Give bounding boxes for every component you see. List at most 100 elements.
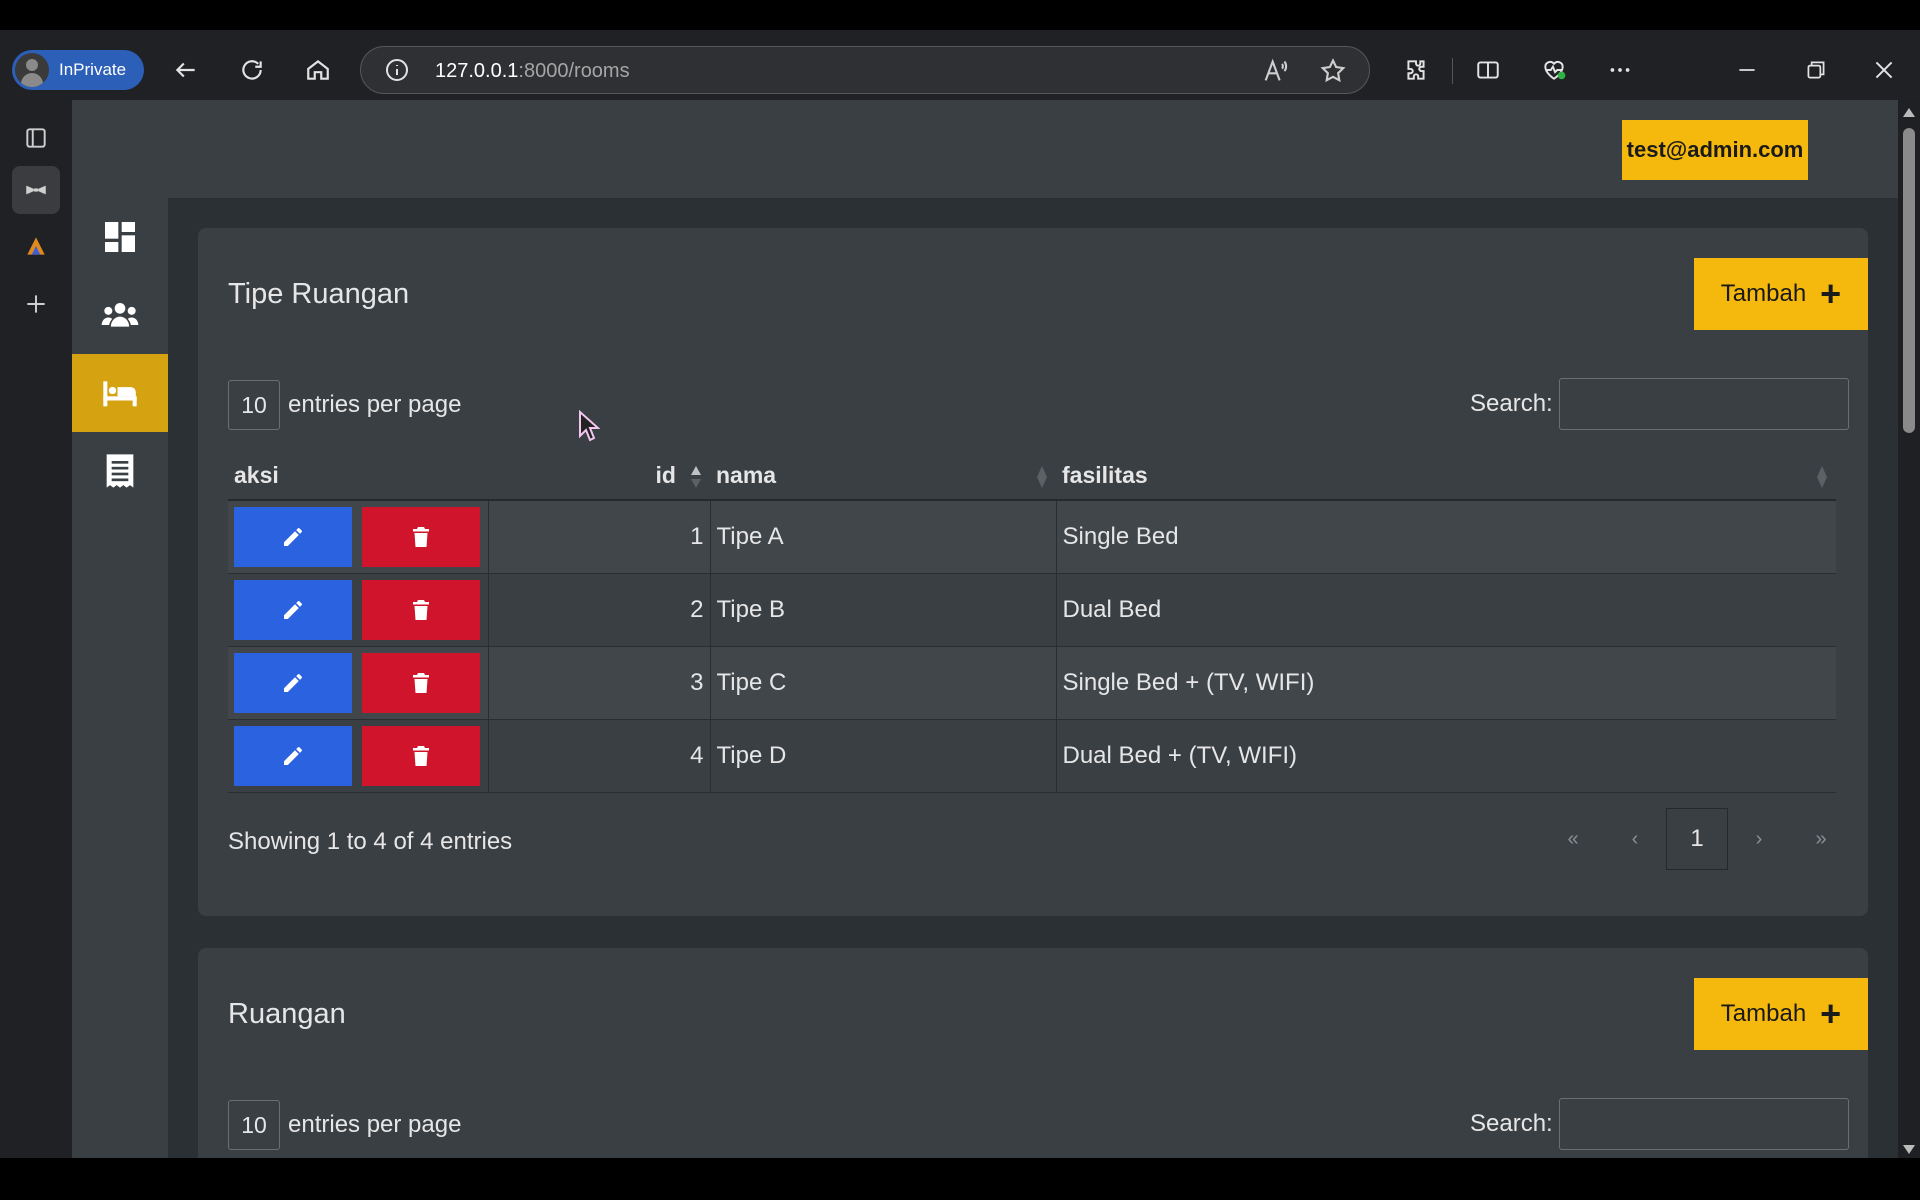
close-window-button[interactable] bbox=[1864, 50, 1904, 90]
url-text[interactable]: 127.0.0.1:8000/rooms bbox=[435, 60, 630, 83]
id-cell: 4 bbox=[488, 719, 711, 793]
column-nama[interactable]: nama bbox=[710, 452, 1056, 501]
nama-cell: Tipe A bbox=[710, 500, 1057, 574]
browser-essentials-button[interactable] bbox=[1534, 50, 1574, 90]
column-fasilitas-label: fasilitas bbox=[1062, 462, 1148, 488]
table-info: Showing 1 to 4 of 4 entries bbox=[228, 828, 513, 855]
refresh-button[interactable] bbox=[232, 50, 272, 90]
favorite-star-icon[interactable] bbox=[1319, 57, 1347, 85]
page-prev-button[interactable]: ‹ bbox=[1604, 808, 1666, 870]
heart-pulse-icon bbox=[1544, 60, 1566, 80]
scroll-up-icon[interactable] bbox=[1903, 108, 1915, 117]
user-menu-button[interactable]: test@admin.com bbox=[1622, 120, 1808, 180]
extensions-button[interactable] bbox=[1396, 50, 1436, 90]
app-sidebar bbox=[72, 198, 168, 1158]
edit-button[interactable] bbox=[234, 579, 352, 640]
close-icon bbox=[1875, 61, 1893, 79]
scrollbar-thumb[interactable] bbox=[1903, 128, 1915, 433]
table-row: 3 Tipe C Single Bed + (TV, WIFI) bbox=[228, 646, 1836, 720]
sort-icon bbox=[1817, 466, 1827, 488]
trash-icon bbox=[413, 526, 429, 547]
open-tab[interactable] bbox=[12, 166, 60, 214]
id-cell: 1 bbox=[488, 500, 711, 574]
pencil-icon bbox=[284, 673, 302, 692]
sort-asc-icon bbox=[691, 466, 701, 488]
delete-button[interactable] bbox=[362, 652, 480, 713]
actions-cell bbox=[228, 719, 489, 793]
receipt-icon bbox=[106, 454, 134, 488]
table-row: 4 Tipe D Dual Bed + (TV, WIFI) bbox=[228, 719, 1836, 793]
search-label: Search: bbox=[1470, 390, 1553, 417]
pinned-tab[interactable] bbox=[12, 222, 60, 270]
main-content: Tipe Ruangan Tambah + 10 entries per pag… bbox=[168, 198, 1898, 1158]
inprivate-label: InPrivate bbox=[59, 60, 127, 79]
sidebar-item-rooms[interactable] bbox=[72, 354, 168, 432]
table-row: 2 Tipe B Dual Bed bbox=[228, 573, 1836, 647]
entries-per-page: 10 entries per page bbox=[228, 1100, 461, 1150]
column-aksi: aksi bbox=[228, 452, 488, 501]
more-options-button[interactable] bbox=[1600, 50, 1640, 90]
nama-cell: Tipe C bbox=[710, 646, 1057, 720]
home-button[interactable] bbox=[298, 50, 338, 90]
minimize-button[interactable] bbox=[1727, 50, 1767, 90]
add-button-label: Tambah bbox=[1720, 1000, 1807, 1027]
delete-button[interactable] bbox=[362, 579, 480, 640]
pencil-icon bbox=[284, 600, 302, 619]
trash-icon bbox=[413, 745, 429, 766]
back-button[interactable] bbox=[166, 50, 206, 90]
new-tab-button[interactable] bbox=[12, 280, 60, 328]
actions-cell bbox=[228, 500, 489, 574]
search-label: Search: bbox=[1470, 1110, 1553, 1137]
actions-cell bbox=[228, 573, 489, 647]
delete-button[interactable] bbox=[362, 506, 480, 567]
pencil-icon bbox=[284, 527, 302, 546]
edit-button[interactable] bbox=[234, 725, 352, 786]
restore-button[interactable] bbox=[1796, 50, 1836, 90]
puzzle-icon bbox=[1407, 60, 1425, 80]
add-tipe-button[interactable]: Tambah + bbox=[1694, 258, 1868, 330]
page-last-button[interactable]: » bbox=[1790, 808, 1852, 870]
scroll-down-icon[interactable] bbox=[1903, 1145, 1915, 1154]
plus-icon bbox=[27, 295, 45, 313]
page-next-button[interactable]: › bbox=[1728, 808, 1790, 870]
entries-select[interactable]: 10 bbox=[228, 380, 280, 430]
more-horizontal-icon bbox=[1610, 68, 1630, 72]
table-row: 1 Tipe A Single Bed bbox=[228, 500, 1836, 574]
id-cell: 2 bbox=[488, 573, 711, 647]
sort-icon bbox=[1037, 466, 1047, 488]
bottom-bar bbox=[0, 1158, 1920, 1200]
sidebar-item-reports[interactable] bbox=[72, 432, 168, 510]
sidebar-item-users[interactable] bbox=[72, 276, 168, 354]
url-path: :8000/rooms bbox=[518, 60, 630, 82]
address-bar[interactable]: 127.0.0.1:8000/rooms bbox=[360, 46, 1370, 94]
dashboard-icon bbox=[105, 222, 135, 252]
delete-button[interactable] bbox=[362, 725, 480, 786]
fasilitas-cell: Single Bed bbox=[1056, 500, 1836, 574]
web-page: test@admin.com Tipe Ruangan Tambah + 10 … bbox=[72, 100, 1898, 1158]
page-first-button[interactable]: « bbox=[1542, 808, 1604, 870]
page-scrollbar[interactable] bbox=[1898, 100, 1920, 1158]
browser-sidebar bbox=[0, 100, 72, 1158]
column-nama-label: nama bbox=[716, 462, 777, 488]
page-current-button[interactable]: 1 bbox=[1666, 808, 1728, 870]
profile-avatar-icon bbox=[15, 53, 49, 87]
read-aloud-icon[interactable] bbox=[1261, 57, 1289, 85]
users-icon bbox=[101, 303, 139, 327]
entries-per-page: 10 entries per page bbox=[228, 380, 461, 430]
sidebar-item-dashboard[interactable] bbox=[72, 198, 168, 276]
tipe-ruangan-card: Tipe Ruangan Tambah + 10 entries per pag… bbox=[198, 228, 1868, 916]
search-input[interactable] bbox=[1558, 1098, 1849, 1150]
pagination: « ‹ 1 › » bbox=[1542, 808, 1852, 870]
info-icon[interactable] bbox=[385, 58, 409, 82]
column-fasilitas[interactable]: fasilitas bbox=[1056, 452, 1836, 501]
edit-button[interactable] bbox=[234, 652, 352, 713]
inprivate-badge[interactable]: InPrivate bbox=[12, 50, 144, 90]
column-id[interactable]: id bbox=[488, 452, 710, 501]
tab-actions-button[interactable] bbox=[12, 114, 60, 162]
add-ruangan-button[interactable]: Tambah + bbox=[1694, 978, 1868, 1050]
search-input[interactable] bbox=[1558, 378, 1849, 430]
add-button-label: Tambah bbox=[1720, 280, 1807, 307]
entries-select[interactable]: 10 bbox=[228, 1100, 280, 1150]
split-screen-button[interactable] bbox=[1468, 50, 1508, 90]
edit-button[interactable] bbox=[234, 506, 352, 567]
